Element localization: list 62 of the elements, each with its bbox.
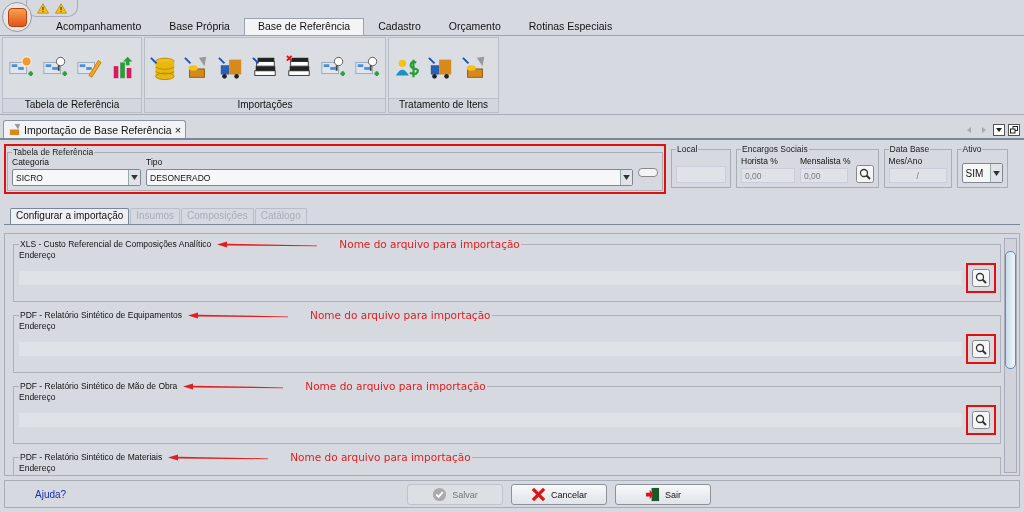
ribbon-tab[interactable]: Base Própria <box>155 18 244 35</box>
ribbon-group-label: Tabela de Referência <box>3 98 141 112</box>
field-label: Horista % <box>741 156 779 166</box>
panel-legend: Tabela de Referência <box>12 147 95 157</box>
annotation-text: Nome do arquivo para importação <box>305 380 486 392</box>
search-button[interactable] <box>855 165 874 183</box>
search-button[interactable] <box>972 411 990 429</box>
field-label: Endereço <box>19 321 57 331</box>
ribbon-group-label: Tratamento de Itens <box>389 98 499 112</box>
ribbon-tab[interactable]: Orçamento <box>434 18 515 35</box>
panel-legend: PDF - Relatório Sintético de Equipamentos <box>20 310 183 320</box>
truck-icon[interactable] <box>218 55 244 81</box>
exit-button[interactable]: Sair <box>615 484 711 505</box>
ribbon-tab[interactable]: Acompanhamento <box>42 18 156 35</box>
ribbon-tab[interactable]: Cadastro <box>364 18 435 35</box>
cancel-button[interactable]: Cancelar <box>511 484 607 505</box>
panel-legend: Data Base <box>888 144 931 154</box>
sub-tab[interactable]: Configurar a importação <box>10 208 130 224</box>
ribbon-tab[interactable]: Base de Referência <box>243 18 365 35</box>
type-dropdown[interactable]: DESONERADO <box>146 169 633 186</box>
search-button[interactable] <box>972 340 990 358</box>
monthly-field[interactable]: 0,00 <box>800 168 848 183</box>
panel-legend: PDF - Relatório Sintético de Materiais <box>20 452 163 462</box>
annotation-text: Nome do arquivo para importação <box>290 451 471 463</box>
dropdown-icon[interactable] <box>993 123 1005 136</box>
annotation-text: Nome do arquivo para importação <box>310 309 491 321</box>
panel-legend: XLS - Custo Referencial de Composições Analítico <box>20 239 212 249</box>
field-label: Endereço <box>19 463 57 473</box>
document-tab-label: Importação de Base Referência <box>24 123 172 136</box>
hourly-field[interactable]: 0,00 <box>741 168 795 183</box>
panel-legend: Ativo <box>961 144 983 154</box>
check-icon <box>432 487 448 502</box>
help-link[interactable]: Ajuda? <box>35 488 67 500</box>
field-label: Endereço <box>19 392 57 402</box>
panel-legend: Local <box>676 144 699 154</box>
restore-window-icon[interactable] <box>1008 123 1020 136</box>
panel-legend: PDF - Relatório Sintético de Mão de Obra <box>20 381 178 391</box>
ribbon-tab[interactable]: Rotinas Especiais <box>514 18 627 35</box>
field-label: Categoria <box>12 157 50 167</box>
annotation-text: Nome do arquivo para importação <box>339 238 520 250</box>
panel-legend: Encargos Sociais <box>741 144 809 154</box>
field-label: Mensalista % <box>800 156 851 166</box>
small-button[interactable] <box>638 168 658 177</box>
trowel-box-icon <box>8 123 21 136</box>
field-label: Tipo <box>146 157 164 167</box>
document-tab[interactable]: Importação de Base Referência × <box>3 120 187 138</box>
truck-icon[interactable] <box>428 55 454 81</box>
database-icon[interactable] <box>150 55 176 81</box>
app-logo-button[interactable] <box>2 2 32 32</box>
warning-icon[interactable] <box>55 2 67 14</box>
ribbon-group-label: Importações <box>145 98 385 112</box>
field-label: Mes/Ano <box>888 156 924 166</box>
close-button[interactable]: × <box>174 123 182 136</box>
warning-icon[interactable] <box>37 2 49 14</box>
field-label: Endereço <box>19 250 57 260</box>
exit-door-icon <box>645 487 660 502</box>
cross-icon <box>531 487 546 502</box>
date-field[interactable]: / <box>888 168 947 183</box>
scrollbar[interactable] <box>1004 238 1017 473</box>
search-button[interactable] <box>972 269 990 287</box>
active-dropdown[interactable]: SIM <box>961 163 1003 183</box>
category-dropdown[interactable]: SICRO <box>12 169 141 186</box>
